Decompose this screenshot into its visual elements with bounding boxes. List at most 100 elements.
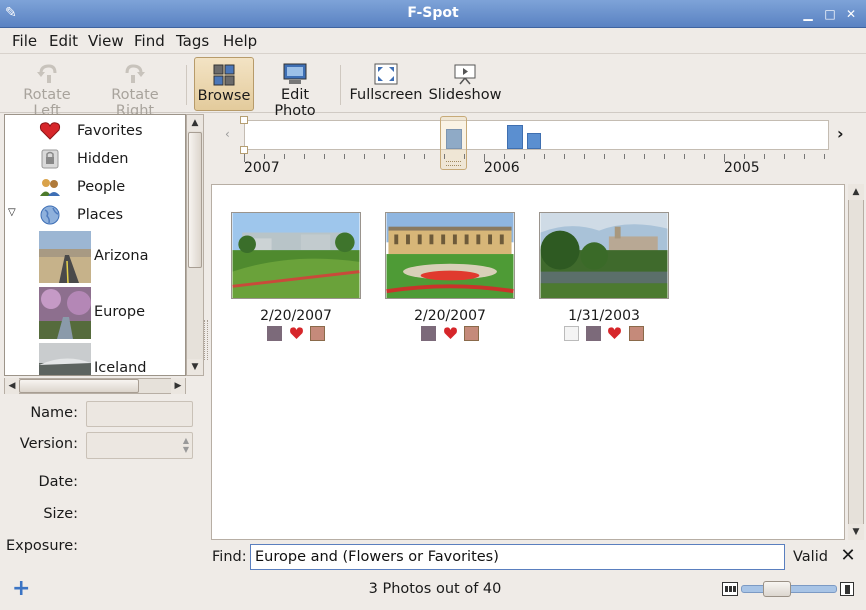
timeline-next-icon[interactable]: › (837, 124, 844, 143)
browse-label: Browse (197, 88, 251, 104)
tree-item-iceland[interactable]: Iceland (5, 342, 185, 375)
timeline-tick (464, 154, 465, 159)
rotate-left-icon (37, 64, 57, 83)
date-label: Date: (38, 474, 78, 490)
zoom-in-icon[interactable] (840, 582, 854, 596)
tag-tree-horizontal-scrollbar[interactable]: ◀ ▶ (4, 378, 186, 394)
photo-date: 2/20/2007 (260, 308, 332, 324)
minimize-icon[interactable]: ▁ (800, 6, 816, 22)
timeline-tick (704, 154, 705, 159)
menu-tags[interactable]: Tags (176, 32, 209, 50)
zoom-slider-knob[interactable] (763, 581, 791, 597)
spinner-icon: ▲ ▼ (182, 436, 189, 454)
menu-edit[interactable]: Edit (49, 32, 78, 50)
scroll-up-icon[interactable]: ▲ (187, 115, 203, 131)
edit-photo-icon (283, 63, 307, 84)
menu-view[interactable]: View (88, 32, 124, 50)
rotate-right-button[interactable]: Rotate Right (92, 57, 178, 119)
timeline-tick (584, 154, 585, 159)
timeline-year-2005: 2005 (724, 160, 760, 176)
timeline-tick (384, 154, 385, 159)
favorites-tag-icon (289, 326, 304, 341)
edit-photo-button[interactable]: Edit Photo (258, 57, 332, 119)
timeline-range-handle[interactable] (240, 146, 248, 154)
flowers-tag-icon (463, 326, 479, 341)
photo-tags (231, 326, 361, 342)
timeline-tick (264, 154, 265, 159)
rotate-left-button[interactable]: Rotate Left (8, 57, 86, 119)
expander-open-icon[interactable]: ▽ (8, 207, 16, 218)
iceland-thumbnail (39, 343, 91, 375)
version-select[interactable]: ▲ ▼ (86, 432, 193, 459)
photo-grid: 2/20/2007 2/20/2007 1/31/2003 (211, 184, 845, 540)
flowers-tag-icon (628, 326, 644, 341)
size-label: Size: (43, 506, 78, 522)
tree-label-europe: Europe (94, 304, 145, 320)
menu-find[interactable]: Find (134, 32, 165, 50)
find-query-input[interactable] (250, 544, 785, 570)
timeline-tick (764, 154, 765, 159)
menu-file[interactable]: File (12, 32, 37, 50)
exposure-label: Exposure: (5, 538, 78, 554)
pane-splitter[interactable] (204, 320, 208, 360)
photo-thumbnail[interactable] (231, 212, 361, 299)
close-window-icon[interactable]: ✕ (843, 6, 859, 22)
toolbar-separator (340, 65, 341, 105)
scroll-down-icon[interactable]: ▼ (848, 524, 864, 540)
timeline-prev-icon[interactable]: ‹ (225, 127, 230, 141)
photo-item[interactable]: 2/20/2007 (231, 212, 361, 342)
scrollbar-thumb[interactable] (188, 132, 202, 268)
photo-grid-scrollbar[interactable]: ▲ ▼ (848, 184, 864, 540)
zoom-out-icon[interactable] (722, 582, 738, 596)
photo-item[interactable]: 1/31/2003 (539, 212, 669, 342)
people-icon (40, 179, 60, 196)
tree-item-favorites[interactable]: Favorites (5, 117, 185, 145)
slideshow-label: Slideshow (428, 87, 502, 103)
people-tag-icon (585, 326, 601, 341)
menu-help[interactable]: Help (223, 32, 257, 50)
timeline-range-handle[interactable] (240, 116, 248, 124)
timeline-tick (424, 154, 425, 159)
timeline-selection-glass[interactable] (440, 116, 467, 170)
people-tag-icon (267, 326, 283, 341)
timeline-tick (824, 154, 825, 159)
photo-thumbnail[interactable] (539, 212, 669, 299)
timeline-bar (527, 133, 541, 149)
lock-icon (41, 149, 59, 169)
timeline-tick (664, 154, 665, 159)
photo-thumbnail[interactable] (385, 212, 515, 299)
timeline-tick (444, 154, 445, 159)
slideshow-button[interactable]: Slideshow (428, 57, 502, 111)
timeline-tick (324, 154, 325, 159)
tree-item-places[interactable]: ▽ Places (5, 201, 185, 229)
photo-item[interactable]: 2/20/2007 (385, 212, 515, 342)
photo-date: 1/31/2003 (568, 308, 640, 324)
close-find-icon[interactable]: ✕ (840, 547, 856, 565)
timeline-tick (504, 154, 505, 159)
fullscreen-icon (374, 63, 398, 85)
scroll-down-icon[interactable]: ▼ (187, 359, 203, 375)
browse-button[interactable]: Browse (194, 57, 254, 111)
europe-thumbnail (39, 287, 91, 339)
maximize-icon[interactable]: □ (822, 6, 838, 22)
scroll-left-icon[interactable]: ◀ (5, 378, 19, 394)
edit-photo-label: Edit Photo (274, 87, 316, 119)
tree-item-people[interactable]: People (5, 173, 185, 201)
heart-icon (39, 122, 61, 140)
scrollbar-thumb[interactable] (19, 379, 139, 393)
tree-item-hidden[interactable]: Hidden (5, 145, 185, 173)
tree-item-europe[interactable]: Europe (5, 286, 185, 340)
scroll-right-icon[interactable]: ▶ (171, 378, 185, 394)
find-status: Valid (793, 549, 828, 565)
timeline-tick (624, 154, 625, 159)
timeline-tick (684, 154, 685, 159)
name-field[interactable] (86, 401, 193, 427)
tree-item-arizona[interactable]: Arizona (5, 230, 185, 284)
scroll-up-icon[interactable]: ▲ (848, 184, 864, 200)
timeline-tick (304, 154, 305, 159)
tag-tree-vertical-scrollbar[interactable]: ▲ ▼ (186, 114, 204, 376)
title-bar: ✎ F-Spot ▁ □ ✕ (0, 0, 866, 28)
fullscreen-button[interactable]: Fullscreen (348, 57, 424, 111)
toolbar-separator (186, 65, 187, 105)
timeline-graph[interactable] (244, 120, 829, 150)
